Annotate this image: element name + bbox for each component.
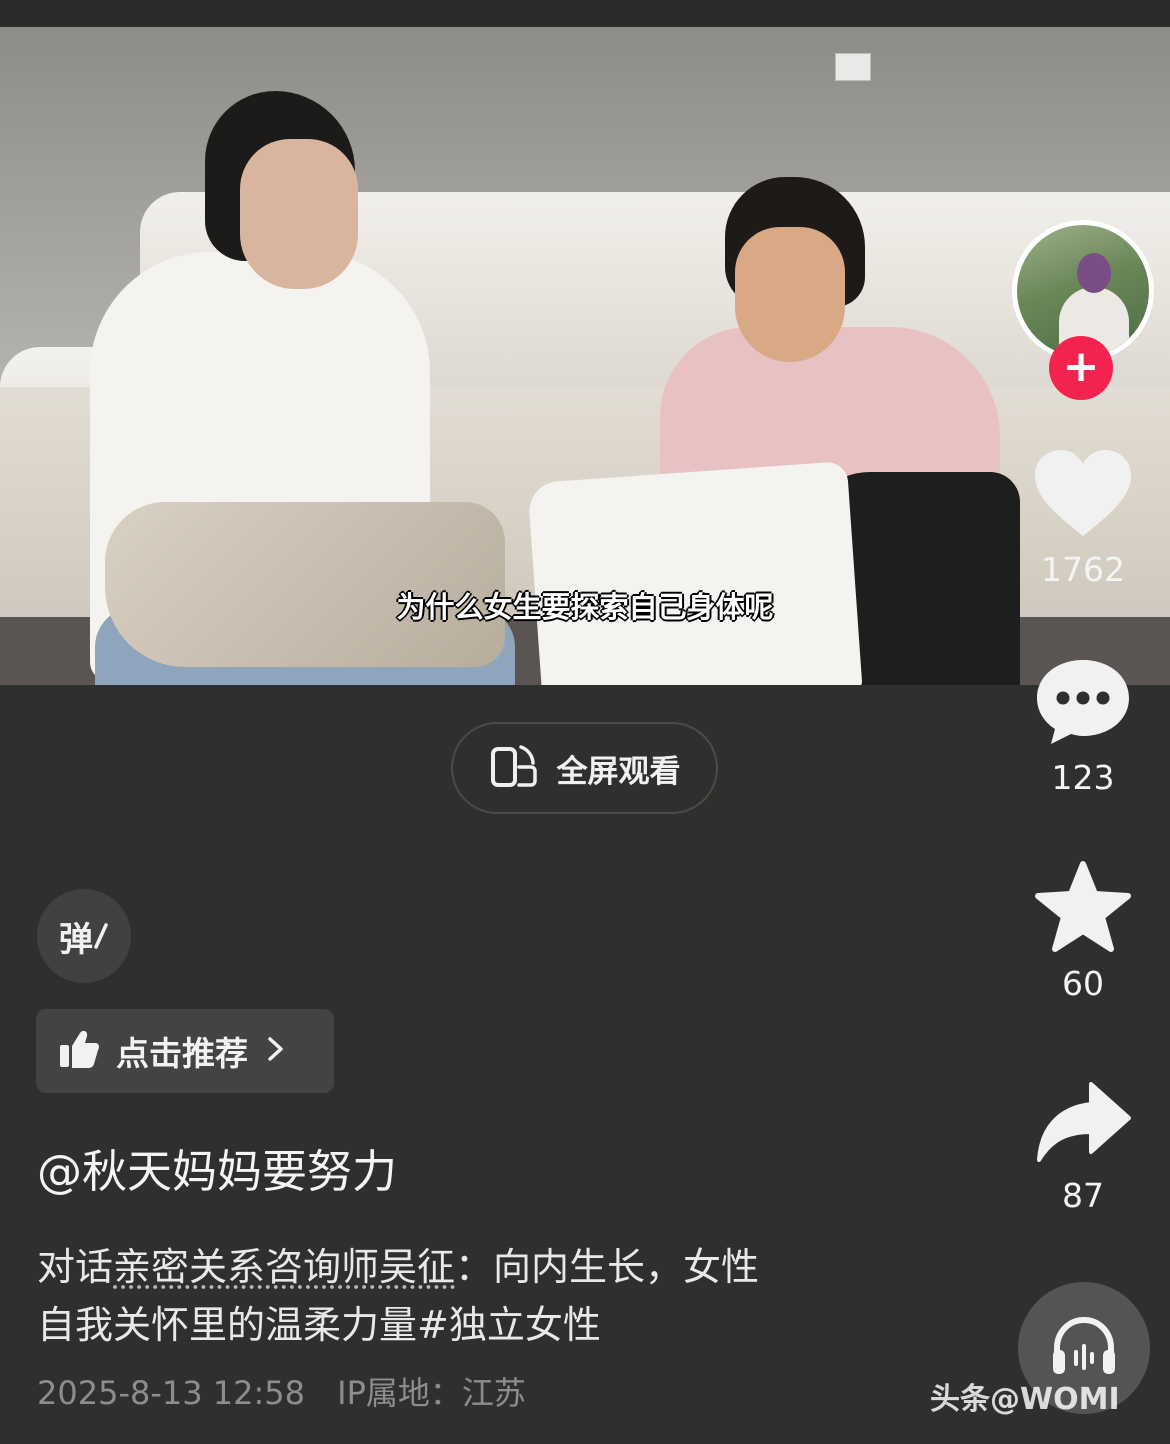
recommend-button[interactable]: 点击推荐 (36, 1009, 334, 1093)
pillow (527, 461, 863, 685)
danmu-toggle-icon: 弹 (59, 912, 109, 961)
video-player[interactable]: 为什么女生要探索自己身体呢 (0, 27, 1170, 685)
recommend-label: 点击推荐 (116, 1034, 248, 1073)
comment-bubble-icon (1033, 660, 1133, 752)
plus-icon: + (1062, 340, 1100, 392)
share-arrow-icon (1033, 1082, 1133, 1170)
favorite-button[interactable]: 60 (1030, 860, 1136, 1003)
post-datetime: 2025-8-13 12:58 (37, 1374, 305, 1412)
danmu-label: 弹 (59, 919, 93, 960)
desc-suffix: ：向内生长，女性 (455, 1245, 760, 1289)
like-button[interactable]: 1762 (1030, 448, 1136, 589)
author-name[interactable]: @秋天妈妈要努力 (37, 1135, 397, 1200)
thumbs-up-icon (58, 1029, 100, 1073)
heart-icon (1033, 450, 1133, 544)
chevron-right-icon (264, 1034, 286, 1068)
like-count: 1762 (1041, 550, 1125, 589)
favorite-count: 60 (1062, 964, 1104, 1003)
desc-link[interactable]: 亲密关系咨询师吴征 (113, 1245, 455, 1289)
status-bar-strip (0, 0, 1170, 27)
comment-count: 123 (1051, 758, 1115, 797)
post-meta: 2025-8-13 12:58 IP属地：江苏 (37, 1368, 526, 1414)
headphones-icon (1049, 1314, 1119, 1382)
wall-switch (835, 53, 871, 81)
watermark: 头条@WOMI (930, 1382, 1120, 1417)
description-line-1: 对话亲密关系咨询师吴征：向内生长，女性 (37, 1238, 897, 1296)
share-button[interactable]: 87 (1030, 1080, 1136, 1215)
description-line-2: 自我关怀里的温柔力量#独立女性 (37, 1303, 601, 1347)
comment-button[interactable]: 123 (1030, 656, 1136, 797)
share-count: 87 (1062, 1176, 1104, 1215)
video-subtitle: 为什么女生要探索自己身体呢 (396, 590, 774, 624)
person-left-face (240, 139, 358, 289)
rotate-phone-icon (489, 741, 541, 795)
fullscreen-button[interactable]: 全屏观看 (451, 722, 718, 814)
fullscreen-label: 全屏观看 (556, 753, 681, 790)
person-right-face (735, 227, 845, 362)
follow-button[interactable]: + (1049, 336, 1113, 400)
danmu-toggle-button[interactable]: 弹 (37, 889, 131, 983)
ip-location: IP属地：江苏 (337, 1374, 526, 1412)
post-description: 对话亲密关系咨询师吴征：向内生长，女性 自我关怀里的温柔力量#独立女性 (37, 1238, 897, 1354)
desc-prefix: 对话 (37, 1245, 114, 1289)
star-icon (1033, 861, 1133, 958)
